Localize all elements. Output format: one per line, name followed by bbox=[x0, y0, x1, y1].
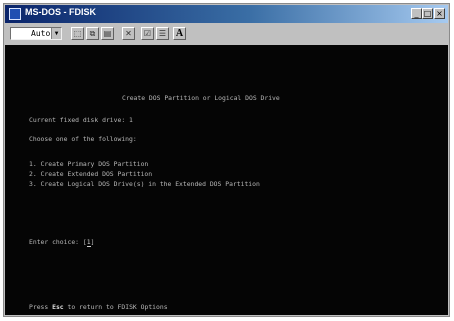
ms-dos-icon bbox=[9, 8, 21, 20]
option-logical[interactable]: 3. Create Logical DOS Drive(s) in the Ex… bbox=[29, 180, 260, 188]
toolbar: Auto ▼ ⬚ ⧉ ▤ ✕ ☑ ☰ A bbox=[5, 24, 448, 44]
title-bar[interactable]: MS-DOS - FDISK _ □ × bbox=[5, 5, 448, 23]
font-size-select[interactable]: Auto ▼ bbox=[10, 27, 62, 40]
console-screen[interactable]: Create DOS Partition or Logical DOS Driv… bbox=[5, 45, 448, 315]
choice-line: Enter choice: [1] bbox=[29, 238, 95, 247]
window-title: MS-DOS - FDISK bbox=[25, 7, 96, 17]
font-icon[interactable]: A bbox=[173, 27, 186, 40]
paste-icon[interactable]: ▤ bbox=[101, 27, 114, 40]
footer-key: Esc bbox=[52, 303, 64, 311]
screen-heading: Create DOS Partition or Logical DOS Driv… bbox=[122, 94, 280, 102]
choice-input[interactable]: 1 bbox=[86, 238, 91, 247]
close-button[interactable]: × bbox=[434, 8, 445, 19]
copy-icon[interactable]: ⧉ bbox=[86, 27, 99, 40]
minimize-button[interactable]: _ bbox=[411, 8, 422, 19]
background-icon[interactable]: ☰ bbox=[156, 27, 169, 40]
current-drive-value: 1 bbox=[129, 116, 133, 124]
mark-icon[interactable]: ⬚ bbox=[71, 27, 84, 40]
option-extended[interactable]: 2. Create Extended DOS Partition bbox=[29, 170, 152, 178]
maximize-button[interactable]: □ bbox=[422, 8, 433, 19]
font-size-value: Auto bbox=[31, 29, 51, 38]
current-drive-line: Current fixed disk drive: 1 bbox=[29, 116, 133, 124]
ms-dos-window: MS-DOS - FDISK _ □ × Auto ▼ ⬚ ⧉ ▤ ✕ ☑ ☰ … bbox=[3, 3, 450, 317]
footer-prefix: Press bbox=[29, 303, 49, 311]
chevron-down-icon[interactable]: ▼ bbox=[51, 28, 61, 39]
choice-label: Enter choice: bbox=[29, 238, 80, 246]
footer-hint: Press Esc to return to FDISK Options bbox=[29, 303, 168, 311]
current-drive-label: Current fixed disk drive: bbox=[29, 116, 126, 124]
properties-icon[interactable]: ☑ bbox=[141, 27, 154, 40]
footer-suffix: to return to FDISK Options bbox=[67, 303, 168, 311]
choose-prompt: Choose one of the following: bbox=[29, 135, 137, 143]
fullscreen-icon[interactable]: ✕ bbox=[122, 27, 135, 40]
option-primary[interactable]: 1. Create Primary DOS Partition bbox=[29, 160, 148, 168]
